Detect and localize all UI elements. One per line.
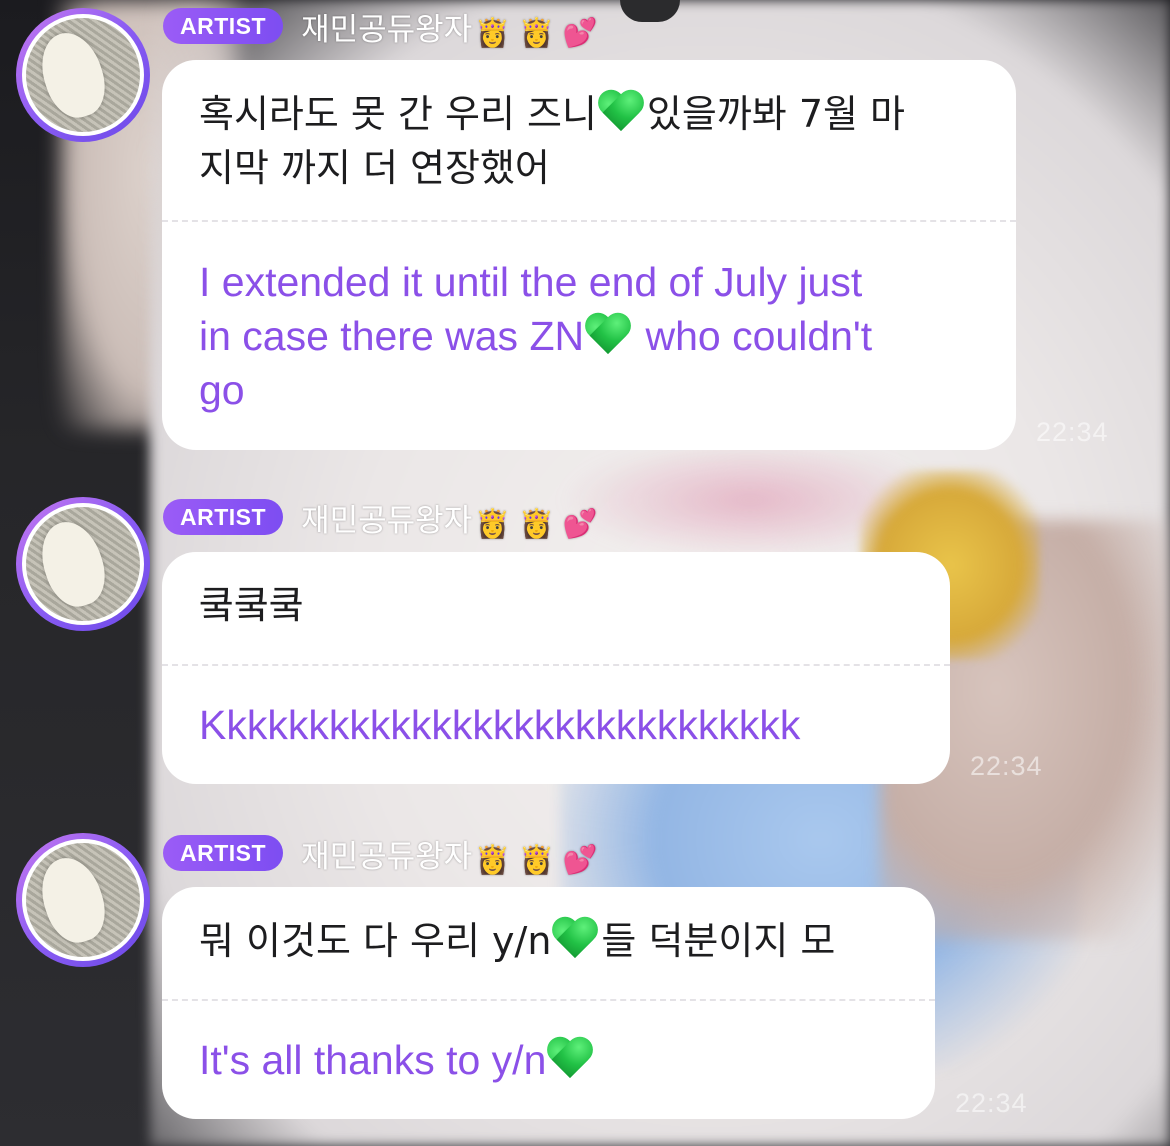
artist-avatar[interactable]	[16, 833, 150, 967]
artist-badge: ARTIST	[163, 8, 284, 44]
artist-avatar[interactable]	[16, 8, 150, 142]
chat-feed: ARTIST 재민공듀왕자 👸 👸 💕 혹시라도 못 간 우리 즈니 있을까봐 7월…	[0, 0, 1170, 1146]
original-text: 혹시라도 못 간 우리 즈니 있을까봐 7월 마 지막 까지 더 연장했어	[199, 87, 979, 195]
artist-nickname[interactable]: 재민공듀왕자 👸 👸 💕	[301, 831, 598, 876]
artist-avatar[interactable]	[16, 497, 150, 631]
message-header: ARTIST 재민공듀왕자 👸 👸 💕	[163, 831, 598, 876]
message-bubble[interactable]: 쿸쿸쿸 Kkkkkkkkkkkkkkkkkkkkkkkkkkkkk	[162, 552, 950, 784]
message-timestamp: 22:34	[955, 1088, 1028, 1118]
artist-nickname[interactable]: 재민공듀왕자 👸 👸 💕	[301, 4, 598, 49]
green-heart-icon	[598, 89, 646, 133]
translated-text: I extended it until the end of July just…	[199, 259, 873, 413]
message-header: ARTIST 재민공듀왕자 👸 👸 💕	[163, 495, 598, 540]
message-bubble[interactable]: 뭐 이것도 다 우리 y/n 들 덕분이지 모 It's all thanks t…	[162, 887, 935, 1119]
nickname-emoji: 👸 👸 💕	[475, 15, 598, 49]
artist-badge: ARTIST	[163, 835, 284, 871]
nickname-emoji: 👸 👸 💕	[475, 842, 598, 876]
message-bubble[interactable]: 혹시라도 못 간 우리 즈니 있을까봐 7월 마 지막 까지 더 연장했어 I e…	[162, 60, 1016, 450]
translated-text: Kkkkkkkkkkkkkkkkkkkkkkkkkkkkk	[199, 702, 801, 748]
nickname-emoji: 👸 👸 💕	[475, 506, 598, 540]
message-timestamp: 22:34	[1036, 417, 1109, 447]
green-heart-icon	[585, 312, 633, 356]
original-text: 뭐 이것도 다 우리 y/n 들 덕분이지 모	[199, 914, 898, 968]
message-timestamp: 22:34	[970, 751, 1043, 781]
green-heart-icon	[547, 1036, 595, 1080]
artist-nickname[interactable]: 재민공듀왕자 👸 👸 💕	[301, 495, 598, 540]
artist-badge: ARTIST	[163, 499, 284, 535]
green-heart-icon	[552, 916, 600, 960]
message-header: ARTIST 재민공듀왕자 👸 👸 💕	[163, 4, 598, 49]
translated-text: It's all thanks to y/n	[199, 1001, 898, 1087]
original-text: 쿸쿸쿸	[199, 583, 304, 627]
